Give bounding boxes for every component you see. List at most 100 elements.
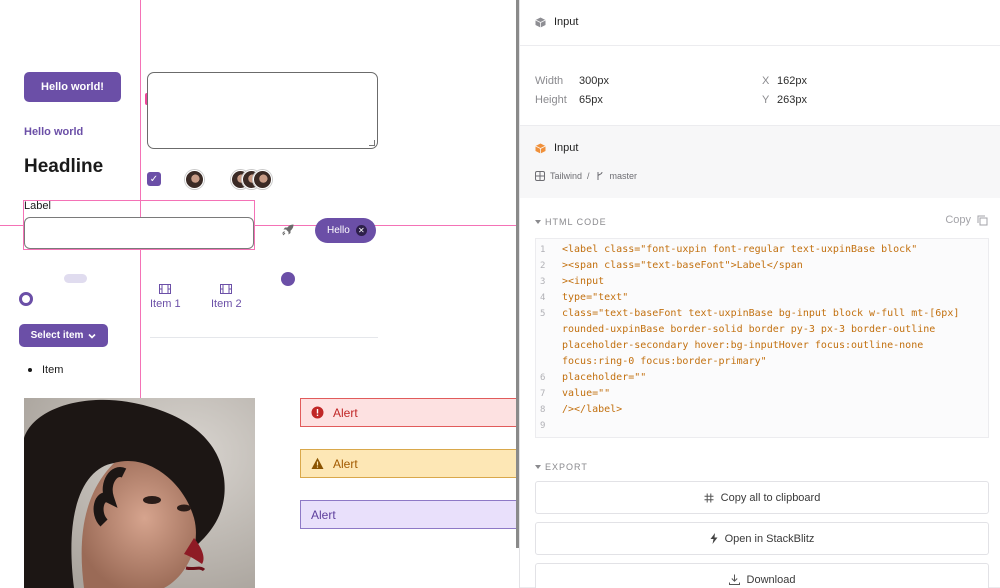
copy-icon [977,215,988,225]
headline-text: Headline [24,156,104,177]
avatar-group-item [253,170,272,189]
copy-all-button[interactable]: Copy all to clipboard [535,481,989,514]
width-value: 300px [579,75,609,87]
x-label: X [762,75,770,87]
rocket-icon [282,224,294,236]
tab-label: Item 2 [211,298,242,310]
element-name: Input [554,16,579,28]
warning-triangle-icon [311,457,324,469]
list-item: Item [28,364,63,376]
tabs-divider [150,337,378,338]
inspector-panel: Input Width 300px Height 65px X 162px Y … [519,0,1000,588]
line-number: 8 [540,405,546,415]
caret-down-icon [535,465,541,469]
line-number: 5 [540,309,546,319]
code-text: value="" [562,388,611,399]
stackblitz-label: Open in StackBlitz [724,532,815,545]
line-number: 7 [540,389,546,399]
hello-chip[interactable]: Hello ✕ [315,218,376,243]
input-label: Label [24,200,51,212]
component-cube-icon [535,17,546,27]
select-label: Select item [30,330,84,341]
copy-code-button[interactable]: Copy [945,214,988,226]
component-meta: Tailwind / master [535,171,637,181]
line-number: 4 [540,293,546,303]
chevron-down-icon [88,333,96,339]
line-number: 3 [540,277,546,287]
element-header: Input [520,0,1000,46]
line-number: 2 [540,261,546,271]
height-label: Height [535,94,567,106]
component-title: Input [535,142,578,154]
code-text: type="text" [562,292,629,303]
alert-text: Alert [333,456,358,471]
code-text: placeholder-secondary hover:bg-inputHove… [562,340,924,351]
select-item-dropdown[interactable]: Select item [19,324,108,347]
design-canvas[interactable]: 263px 492px Hello world! Hello world Hea… [0,0,516,588]
film-icon [220,284,233,294]
component-name: Input [554,142,579,154]
tab-item-1[interactable]: Item 1 [150,284,181,310]
error-circle-icon [311,406,324,419]
bullet-icon [28,368,32,372]
textarea-field[interactable] [147,72,378,149]
tab-item-2[interactable]: Item 2 [211,284,242,310]
branch-icon [597,171,603,180]
list-item-label: Item [42,364,64,376]
code-text: class="text-baseFont text-uxpinBase bg-i… [562,308,960,319]
line-number: 1 [540,245,546,255]
element-title: Input [535,16,578,28]
component-cube-icon [535,143,546,153]
text-input[interactable] [24,217,254,249]
grid-icon [704,493,714,502]
copy-label: Copy [945,214,971,226]
download-icon [728,574,740,585]
alert-text: Alert [333,405,358,420]
branch-name[interactable]: master [610,171,638,181]
checked-checkbox[interactable]: ✓ [147,172,161,186]
width-label: Width [535,75,564,87]
height-value: 65px [579,94,603,106]
chip-close-icon[interactable]: ✕ [355,225,367,236]
portrait-image [24,398,255,588]
skeleton-placeholder [64,274,87,283]
radio-button[interactable] [19,292,33,306]
lightning-icon [710,533,718,544]
portrait-photo-icon [24,398,255,588]
html-code-caption: HTML CODE [545,217,607,227]
download-label: Download [746,573,796,586]
film-icon [159,284,172,294]
alert-text: Alert [311,507,336,522]
hello-world-link[interactable]: Hello world [24,126,83,138]
code-text: rounded-uxpinBase border-solid border py… [562,324,936,335]
open-stackblitz-button[interactable]: Open in StackBlitz [535,522,989,555]
caret-down-icon [535,220,541,224]
code-text: focus:ring-0 focus:border-primary" [562,356,767,367]
line-number: 6 [540,373,546,383]
html-code-toggle[interactable]: HTML CODE [535,217,607,227]
copy-all-label: Copy all to clipboard [720,491,821,504]
export-toggle[interactable]: EXPORT [535,462,588,472]
avatar [185,170,204,189]
hello-world-button[interactable]: Hello world! [24,72,121,102]
y-label: Y [762,94,770,106]
code-text: ><span class="text-baseFont">Label</span [562,260,803,271]
meta-separator: / [587,171,590,181]
code-text: <label class="font-uxpin font-regular te… [562,244,918,255]
alert-danger: Alert [300,398,516,427]
code-text: ><input [562,276,605,287]
library-name[interactable]: Tailwind [550,171,582,181]
download-button[interactable]: Download [535,563,989,588]
chip-label: Hello [327,225,350,236]
tab-label: Item 1 [150,298,181,310]
properties-section: Width 300px Height 65px X 162px Y 263px [520,46,1000,126]
code-viewer[interactable]: 1 <label class="font-uxpin font-regular t… [535,238,989,438]
resize-grip-icon[interactable] [369,140,375,146]
library-icon [535,171,545,181]
line-number: 9 [540,421,546,431]
status-dot [281,272,295,286]
code-text: /></label> [562,404,623,415]
code-text: placeholder="" [562,372,647,383]
check-icon: ✓ [149,173,159,185]
alert-info: Alert [300,500,516,529]
